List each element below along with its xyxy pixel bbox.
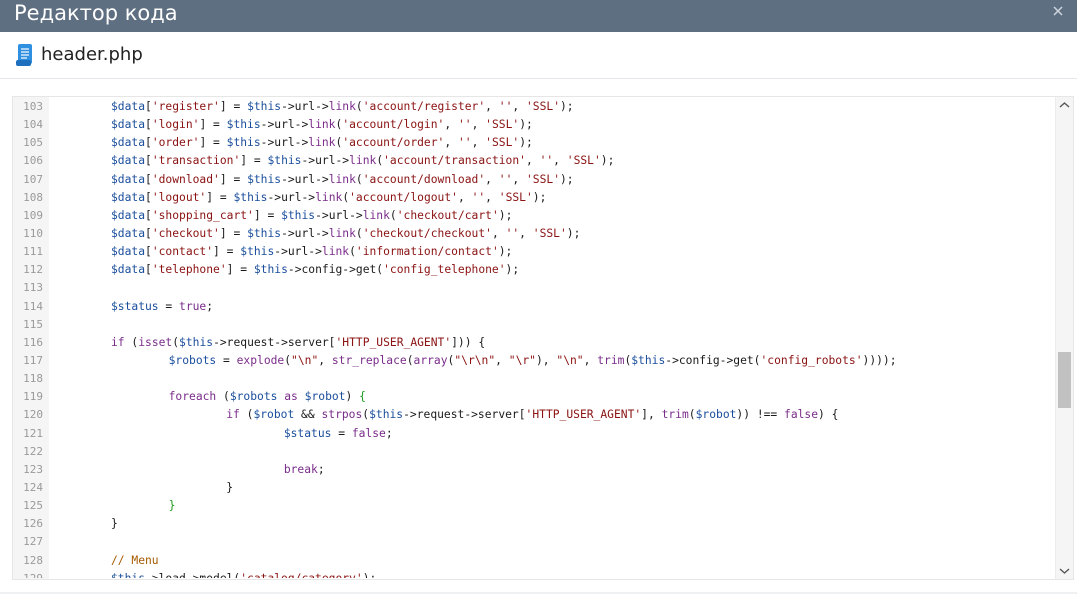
code-line[interactable]: 120 if ($robot && strpos($this->request-… [13,406,1053,424]
code-text[interactable]: $robots = explode("\n", str_replace(arra… [141,352,897,370]
code-line[interactable]: 128 // Menu [13,552,1053,570]
code-line[interactable]: 127 [13,533,1053,551]
code-text[interactable]: break; [202,461,325,479]
code-line[interactable]: 108 $data['logout'] = $this->url->link('a… [13,189,1053,207]
line-number: 116 [23,335,43,349]
code-line[interactable]: 110 $data['checkout'] = $this->url->link(… [13,225,1053,243]
line-number: 114 [23,299,43,313]
code-line[interactable]: 129 $this->load->model('catalog/category'… [13,570,1053,578]
line-number: 129 [13,570,43,578]
code-line[interactable]: 114 $status = true; [13,298,1053,316]
line-number: 124 [23,480,43,494]
code-text[interactable]: $this->load->model('catalog/category'); [111,570,376,578]
code-line[interactable]: 103 $data['register'] = $this->url->link(… [13,98,1053,116]
code-line[interactable]: 111 $data['contact'] = $this->url->link('… [13,243,1053,261]
code-text[interactable]: $data['download'] = $this->url->link('ac… [111,171,574,189]
code-text[interactable]: if (isset($this->request->server['HTTP_U… [111,334,485,352]
line-number: 118 [23,372,43,386]
code-line[interactable]: 106 $data['transaction'] = $this->url->li… [13,152,1053,170]
scroll-down-icon[interactable] [1059,567,1070,575]
line-number: 122 [23,444,43,458]
code-line[interactable]: 119 foreach ($robots as $robot) { [13,388,1053,406]
code-text[interactable]: $data['transaction'] = $this->url->link(… [111,152,614,170]
code-line[interactable]: 124 } [13,479,1053,497]
code-text[interactable]: // Menu [111,552,159,570]
code-line[interactable]: 126} [13,515,1053,533]
line-number: 119 [23,390,43,404]
code-line[interactable]: 121 $status = false; [13,425,1053,443]
code-line[interactable]: 115 [13,316,1053,334]
code-line[interactable]: 113 [13,279,1053,297]
code-line[interactable]: 118 [13,370,1053,388]
scrollbar-thumb[interactable] [1058,352,1071,408]
code-text[interactable]: $status = true; [111,298,213,316]
line-number: 123 [23,462,43,476]
code-line[interactable]: 112 $data['telephone'] = $this->config->g… [13,261,1053,279]
code-line[interactable]: 105 $data['order'] = $this->url->link('ac… [13,134,1053,152]
file-name: header.php [41,44,143,65]
code-text[interactable]: $data['contact'] = $this->url->link('inf… [111,243,512,261]
code-text[interactable]: $data['order'] = $this->url->link('accou… [111,134,533,152]
file-header: header.php [0,32,1077,79]
dialog-titlebar: Редактор кода [0,0,1077,32]
line-number: 106 [23,154,43,168]
code-line[interactable]: 104 $data['login'] = $this->url->link('ac… [13,116,1053,134]
code-line[interactable]: 125 } [13,497,1053,515]
code-text[interactable]: $status = false; [202,425,393,443]
code-line[interactable]: 117 $robots = explode("\n", str_replace(… [13,352,1053,370]
dialog-title: Редактор кода [14,1,178,25]
code-text[interactable]: $data['register'] = $this->url->link('ac… [111,98,574,116]
code-text[interactable]: $data['logout'] = $this->url->link('acco… [111,189,546,207]
code-text[interactable]: foreach ($robots as $robot) { [141,388,366,406]
code-text[interactable]: } [141,497,176,515]
code-text[interactable]: $data['telephone'] = $this->config->get(… [111,261,519,279]
code-text[interactable]: } [172,479,233,497]
code-text[interactable]: $data['login'] = $this->url->link('accou… [111,116,533,134]
line-number: 126 [23,517,43,531]
line-number: 121 [23,426,43,440]
code-line[interactable]: 107 $data['download'] = $this->url->link(… [13,171,1053,189]
line-number: 109 [23,208,43,222]
code-area[interactable]: 103 $data['register'] = $this->url->link(… [13,98,1053,578]
code-line[interactable]: 122 [13,443,1053,461]
line-number: 125 [23,499,43,513]
line-number: 107 [23,172,43,186]
code-text[interactable]: if ($robot && strpos($this->request->ser… [172,406,838,424]
close-icon[interactable] [1051,4,1065,18]
code-text[interactable]: $data['checkout'] = $this->url->link('ch… [111,225,580,243]
file-icon [16,44,32,66]
code-editor[interactable]: 103 $data['register'] = $this->url->link(… [12,96,1074,580]
code-line[interactable]: 109 $data['shopping_cart'] = $this->url->… [13,207,1053,225]
line-number: 112 [23,263,43,277]
line-number: 127 [23,535,43,549]
line-number: 115 [23,317,43,331]
line-number: 105 [23,136,43,150]
scroll-up-icon[interactable] [1059,101,1070,109]
line-number: 120 [23,408,43,422]
line-number: 108 [23,190,43,204]
code-line[interactable]: 116 if (isset($this->request->server['HTT… [13,334,1053,352]
code-text[interactable]: $data['shopping_cart'] = $this->url->lin… [111,207,512,225]
line-number: 103 [23,100,43,113]
line-number: 128 [23,553,43,567]
line-number: 110 [23,226,43,240]
vertical-scrollbar[interactable] [1055,97,1073,579]
line-number: 104 [23,118,43,132]
code-line[interactable]: 123 break; [13,461,1053,479]
line-number: 113 [23,281,43,295]
line-number: 117 [23,353,43,367]
code-text[interactable]: } [111,515,118,533]
line-number: 111 [23,245,43,259]
